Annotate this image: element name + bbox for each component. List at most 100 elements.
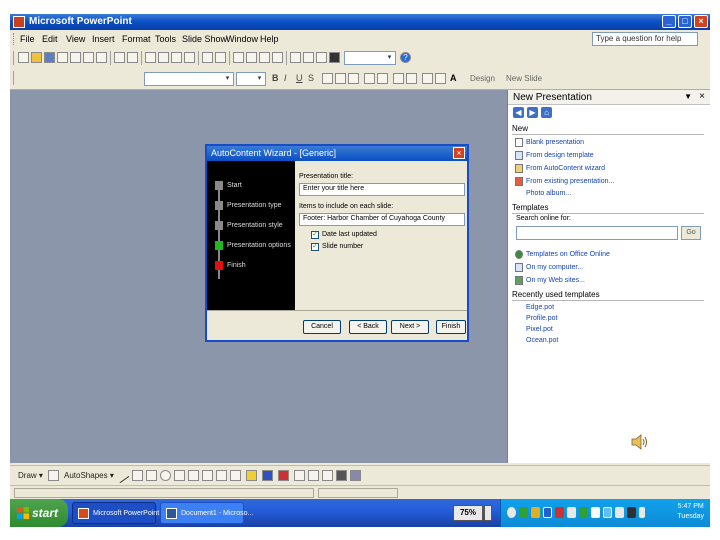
font-color-button[interactable]: A bbox=[450, 73, 457, 83]
rectangle-icon[interactable] bbox=[146, 470, 157, 481]
bold-button[interactable]: B bbox=[272, 73, 279, 83]
design-template-link[interactable]: From design template bbox=[526, 152, 594, 159]
menu-insert[interactable]: Insert bbox=[92, 34, 115, 44]
shadow-button[interactable]: S bbox=[308, 73, 314, 83]
tray-icon-messenger[interactable] bbox=[603, 507, 612, 518]
close-button[interactable]: × bbox=[694, 15, 708, 28]
line-style-icon[interactable] bbox=[294, 470, 305, 481]
templates-online-link[interactable]: Templates on Office Online bbox=[526, 251, 610, 258]
existing-presentation-link[interactable]: From existing presentation... bbox=[526, 178, 614, 185]
zoom-dropdown[interactable] bbox=[484, 505, 492, 521]
save-icon[interactable] bbox=[44, 52, 55, 63]
copy-icon[interactable] bbox=[158, 52, 169, 63]
menu-window[interactable]: Window bbox=[226, 34, 258, 44]
arrow-style-icon[interactable] bbox=[322, 470, 333, 481]
new-icon[interactable] bbox=[18, 52, 29, 63]
email-icon[interactable] bbox=[70, 52, 81, 63]
help-search-input[interactable]: Type a question for help bbox=[592, 32, 698, 46]
picture-icon[interactable] bbox=[230, 470, 241, 481]
finish-button[interactable]: Finish bbox=[436, 320, 466, 334]
tray-icon-network[interactable] bbox=[507, 507, 516, 518]
align-center-icon[interactable] bbox=[335, 73, 346, 84]
decrease-indent-icon[interactable] bbox=[422, 73, 433, 84]
chevron-down-icon[interactable]: ▼ bbox=[684, 92, 692, 101]
back-button[interactable]: < Back bbox=[349, 320, 387, 334]
font-color-icon[interactable] bbox=[278, 470, 289, 481]
menu-slide-show[interactable]: Slide Show bbox=[182, 34, 227, 44]
menubar-grip[interactable] bbox=[13, 33, 16, 45]
tray-icon-battery[interactable] bbox=[627, 507, 636, 518]
open-icon[interactable] bbox=[31, 52, 42, 63]
toolbar-grip[interactable] bbox=[13, 51, 14, 65]
line-icon[interactable] bbox=[113, 467, 130, 484]
oval-icon[interactable] bbox=[160, 470, 171, 481]
step-finish[interactable]: Finish bbox=[227, 262, 246, 269]
menu-file[interactable]: File bbox=[20, 34, 35, 44]
new-slide-button[interactable]: New Slide bbox=[506, 74, 542, 83]
presentation-title-input[interactable]: Enter your title here bbox=[299, 183, 465, 196]
tray-icon-volume[interactable] bbox=[567, 507, 576, 518]
home-icon[interactable]: ⌂ bbox=[541, 107, 552, 118]
start-button[interactable]: start bbox=[10, 499, 68, 527]
menu-tools[interactable]: Tools bbox=[155, 34, 176, 44]
permission-icon[interactable] bbox=[57, 52, 68, 63]
tray-icon-display[interactable] bbox=[543, 507, 552, 518]
recent-template-link[interactable]: Edge.pot bbox=[526, 304, 554, 311]
autoshapes-menu-button[interactable]: AutoShapes ▾ bbox=[64, 471, 114, 480]
step-presentation-options[interactable]: Presentation options bbox=[227, 242, 291, 249]
insert-hyperlink-icon[interactable] bbox=[272, 52, 283, 63]
undo-icon[interactable] bbox=[202, 52, 213, 63]
photo-album-link[interactable]: Photo album... bbox=[526, 190, 571, 197]
menu-view[interactable]: View bbox=[66, 34, 85, 44]
system-clock[interactable]: 5:47 PM Tuesday bbox=[677, 502, 704, 522]
menu-format[interactable]: Format bbox=[122, 34, 151, 44]
decrease-font-icon[interactable] bbox=[406, 73, 417, 84]
increase-indent-icon[interactable] bbox=[435, 73, 446, 84]
maximize-button[interactable]: □ bbox=[678, 15, 692, 28]
step-presentation-type[interactable]: Presentation type bbox=[227, 202, 281, 209]
3d-style-icon[interactable] bbox=[350, 470, 361, 481]
format-painter-icon[interactable] bbox=[184, 52, 195, 63]
tray-icon-keyboard[interactable] bbox=[639, 507, 645, 518]
textbox-icon[interactable] bbox=[174, 470, 185, 481]
shadow-style-icon[interactable] bbox=[336, 470, 347, 481]
menu-help[interactable]: Help bbox=[260, 34, 279, 44]
on-my-computer-link[interactable]: On my computer... bbox=[526, 264, 583, 271]
select-objects-icon[interactable] bbox=[48, 470, 59, 481]
blank-presentation-link[interactable]: Blank presentation bbox=[526, 139, 584, 146]
minimize-button[interactable]: _ bbox=[662, 15, 676, 28]
tray-icon-usb[interactable] bbox=[615, 507, 624, 518]
autocontent-wizard-link[interactable]: From AutoContent wizard bbox=[526, 165, 605, 172]
expand-all-icon[interactable] bbox=[290, 52, 301, 63]
diagram-icon[interactable] bbox=[202, 470, 213, 481]
next-button[interactable]: Next > bbox=[391, 320, 429, 334]
help-icon[interactable]: ? bbox=[400, 52, 411, 63]
underline-button[interactable]: U bbox=[296, 73, 303, 83]
color-grayscale-icon[interactable] bbox=[329, 52, 340, 63]
tray-icon-app[interactable] bbox=[579, 507, 588, 518]
clip-art-icon[interactable] bbox=[216, 470, 227, 481]
go-button[interactable]: Go bbox=[681, 226, 701, 240]
print-preview-icon[interactable] bbox=[96, 52, 107, 63]
arrow-icon[interactable] bbox=[132, 470, 143, 481]
close-icon[interactable]: × bbox=[699, 91, 705, 102]
line-color-icon[interactable] bbox=[262, 470, 273, 481]
footer-input[interactable]: Footer: Harbor Chamber of Cuyahoga Count… bbox=[299, 213, 465, 226]
date-last-updated-checkbox[interactable]: ✓ bbox=[311, 231, 319, 239]
cancel-button[interactable]: Cancel bbox=[303, 320, 341, 334]
font-size-combo[interactable]: ▾ bbox=[236, 72, 266, 86]
menu-edit[interactable]: Edit bbox=[42, 34, 58, 44]
recent-template-link[interactable]: Pixel.pot bbox=[526, 326, 553, 333]
increase-font-icon[interactable] bbox=[393, 73, 404, 84]
design-button[interactable]: Design bbox=[470, 74, 495, 83]
paste-icon[interactable] bbox=[171, 52, 182, 63]
tray-icon-antivirus[interactable] bbox=[555, 507, 564, 518]
tables-borders-icon[interactable] bbox=[259, 52, 270, 63]
grid-icon[interactable] bbox=[316, 52, 327, 63]
redo-icon[interactable] bbox=[215, 52, 226, 63]
insert-table-icon[interactable] bbox=[246, 52, 257, 63]
taskbar-item-word[interactable]: Document1 - Microso... bbox=[160, 502, 253, 524]
align-right-icon[interactable] bbox=[348, 73, 359, 84]
tray-icon-update[interactable] bbox=[531, 507, 540, 518]
show-formatting-icon[interactable] bbox=[303, 52, 314, 63]
